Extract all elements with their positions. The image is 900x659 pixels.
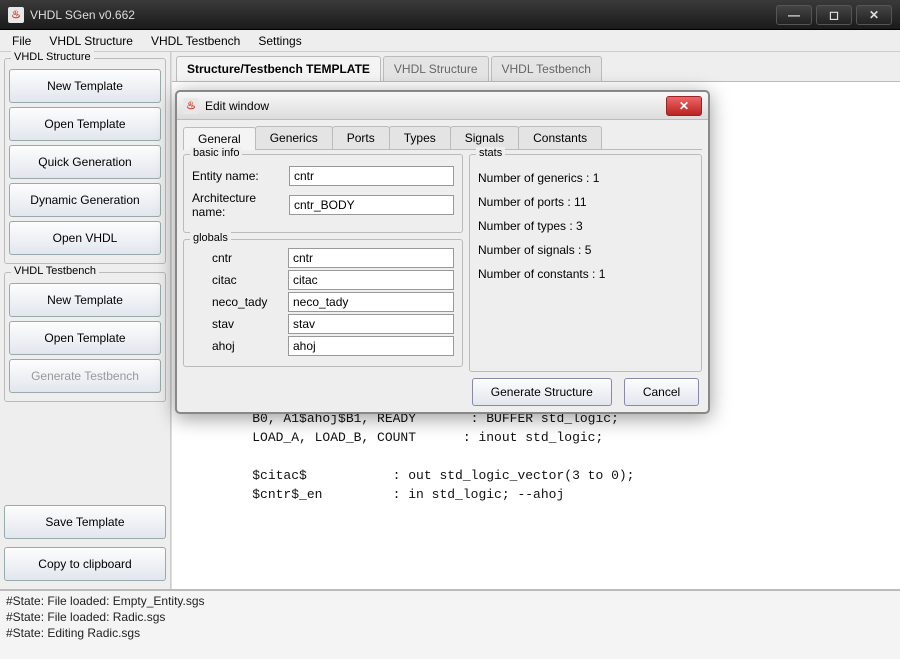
- dialog-tabs: General Generics Ports Types Signals Con…: [183, 126, 702, 150]
- quick-generation-button[interactable]: Quick Generation: [9, 145, 161, 179]
- fieldset-basic-info: basic info Entity name: Architecture nam…: [183, 154, 463, 233]
- fieldset-stats: stats Number of generics : 1 Number of p…: [469, 154, 702, 372]
- stat-signals: Number of signals : 5: [478, 243, 693, 257]
- generate-structure-button[interactable]: Generate Structure: [472, 378, 612, 406]
- tab-testbench[interactable]: VHDL Testbench: [491, 56, 602, 81]
- tab-template[interactable]: Structure/Testbench TEMPLATE: [176, 56, 381, 81]
- group-testbench: VHDL Testbench New Template Open Templat…: [4, 272, 166, 402]
- status-line: #State: Editing Radic.sgs: [6, 625, 894, 641]
- fieldset-basic-title: basic info: [190, 147, 242, 159]
- global-label: citac: [192, 273, 282, 287]
- close-button[interactable]: ✕: [856, 5, 892, 25]
- stat-generics: Number of generics : 1: [478, 171, 693, 185]
- dialog-titlebar[interactable]: ♨ Edit window ✕: [177, 92, 708, 120]
- java-icon: ♨: [183, 98, 199, 114]
- sidebar: VHDL Structure New Template Open Templat…: [0, 52, 171, 589]
- stat-types: Number of types : 3: [478, 219, 693, 233]
- menu-file[interactable]: File: [8, 32, 35, 50]
- java-icon: ♨: [8, 7, 24, 23]
- open-testbench-button[interactable]: Open Template: [9, 321, 161, 355]
- arch-name-input[interactable]: [289, 195, 454, 215]
- group-testbench-title: VHDL Testbench: [11, 265, 99, 277]
- tab-structure[interactable]: VHDL Structure: [383, 56, 489, 81]
- global-label: ahoj: [192, 339, 282, 353]
- window-titlebar: ♨ VHDL SGen v0.662 — ◻ ✕: [0, 0, 900, 30]
- cancel-button[interactable]: Cancel: [624, 378, 699, 406]
- copy-clipboard-button[interactable]: Copy to clipboard: [4, 547, 166, 581]
- stat-constants: Number of constants : 1: [478, 267, 693, 281]
- minimize-button[interactable]: —: [776, 5, 812, 25]
- dtab-ports[interactable]: Ports: [332, 126, 390, 149]
- main-tabs: Structure/Testbench TEMPLATE VHDL Struct…: [172, 52, 900, 82]
- global-label: neco_tady: [192, 295, 282, 309]
- maximize-button[interactable]: ◻: [816, 5, 852, 25]
- window-title: VHDL SGen v0.662: [30, 8, 772, 22]
- global-input[interactable]: [288, 292, 454, 312]
- group-structure-title: VHDL Structure: [11, 51, 94, 63]
- status-line: #State: File loaded: Radic.sgs: [6, 609, 894, 625]
- global-input[interactable]: [288, 270, 454, 290]
- entity-name-label: Entity name:: [192, 169, 283, 183]
- dtab-types[interactable]: Types: [389, 126, 451, 149]
- dtab-signals[interactable]: Signals: [450, 126, 519, 149]
- global-label: cntr: [192, 251, 282, 265]
- generate-testbench-button[interactable]: Generate Testbench: [9, 359, 161, 393]
- statusbar: #State: File loaded: Empty_Entity.sgs #S…: [0, 589, 900, 659]
- dynamic-generation-button[interactable]: Dynamic Generation: [9, 183, 161, 217]
- dtab-constants[interactable]: Constants: [518, 126, 602, 149]
- fieldset-globals-title: globals: [190, 232, 231, 244]
- global-input[interactable]: [288, 314, 454, 334]
- fieldset-globals: globals cntr citac neco_tady stav ahoj: [183, 239, 463, 367]
- global-label: stav: [192, 317, 282, 331]
- group-structure: VHDL Structure New Template Open Templat…: [4, 58, 166, 264]
- menu-testbench[interactable]: VHDL Testbench: [147, 32, 244, 50]
- status-line: #State: File loaded: Empty_Entity.sgs: [6, 593, 894, 609]
- global-input[interactable]: [288, 248, 454, 268]
- global-input[interactable]: [288, 336, 454, 356]
- entity-name-input[interactable]: [289, 166, 454, 186]
- edit-window-dialog: ♨ Edit window ✕ General Generics Ports T…: [175, 90, 710, 414]
- dialog-title: Edit window: [205, 99, 666, 113]
- open-vhdl-button[interactable]: Open VHDL: [9, 221, 161, 255]
- new-testbench-button[interactable]: New Template: [9, 283, 161, 317]
- save-template-button[interactable]: Save Template: [4, 505, 166, 539]
- menu-structure[interactable]: VHDL Structure: [45, 32, 137, 50]
- fieldset-stats-title: stats: [476, 147, 505, 159]
- stat-ports: Number of ports : 11: [478, 195, 693, 209]
- menu-settings[interactable]: Settings: [254, 32, 305, 50]
- arch-name-label: Architecture name:: [192, 191, 283, 219]
- dtab-generics[interactable]: Generics: [255, 126, 333, 149]
- menubar: File VHDL Structure VHDL Testbench Setti…: [0, 30, 900, 52]
- dialog-close-button[interactable]: ✕: [666, 96, 702, 116]
- new-template-button[interactable]: New Template: [9, 69, 161, 103]
- open-template-button[interactable]: Open Template: [9, 107, 161, 141]
